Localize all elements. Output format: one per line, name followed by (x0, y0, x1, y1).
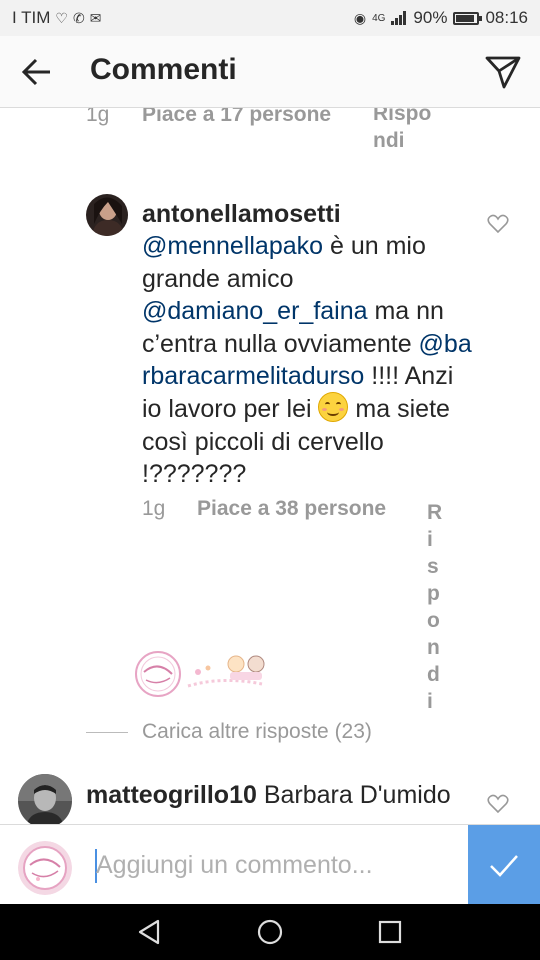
avatar-photo (18, 774, 72, 824)
battery-percent: 90% (413, 8, 448, 27)
checkmark-icon (490, 855, 518, 877)
signal-icon (391, 11, 407, 25)
comment-username[interactable]: antonellamosetti (142, 200, 341, 228)
divider-line (86, 731, 128, 733)
smiling-face-icon (318, 392, 349, 423)
reply-button[interactable]: Rispondi (427, 499, 442, 715)
avatar[interactable] (86, 194, 128, 236)
header: Commenti (0, 36, 540, 108)
arrow-left-icon (21, 58, 50, 86)
profile-logo (18, 841, 72, 895)
top-comment-meta: 1g (86, 108, 109, 127)
heart-icon[interactable] (487, 794, 509, 814)
user-avatar (18, 841, 72, 895)
messenger-icon: ✉ (89, 9, 102, 26)
likes-link[interactable]: Piace a 38 persone (197, 497, 386, 521)
nav-back-icon[interactable] (136, 918, 164, 946)
status-bar: I TIM ♡ ✆ ✉ ◉ 4G 90% 08:16 (0, 0, 540, 36)
comment-body: matteogrillo10 Barbara D'umido (86, 779, 476, 811)
watermark-logo (135, 651, 265, 697)
heart-icon[interactable] (487, 214, 509, 234)
comment-time: 1g (142, 497, 166, 520)
comment-time: 1g (86, 108, 110, 126)
carrier-label: I TIM (12, 8, 51, 27)
health-icon: ♡ (55, 9, 68, 26)
whatsapp-icon: ✆ (72, 9, 85, 26)
back-button[interactable] (20, 56, 54, 88)
page-title: Commenti (90, 53, 237, 86)
system-nav-bar (0, 904, 540, 960)
likes-link[interactable]: Piace a 17 persone (142, 108, 331, 127)
comment-username[interactable]: matteogrillo10 (86, 781, 257, 809)
load-more-replies[interactable]: Carica altre risposte (23) (86, 720, 372, 744)
comments-list[interactable]: 1g Piace a 17 persone Rispondi antonella… (0, 108, 540, 824)
direct-message-button[interactable] (484, 54, 522, 90)
nav-recents-icon[interactable] (376, 918, 404, 946)
battery-fill (456, 14, 475, 22)
network-label: 4G (372, 12, 386, 24)
load-more-label: Carica altre risposte (23) (142, 720, 372, 743)
comment-input[interactable] (96, 843, 456, 887)
post-button[interactable] (468, 825, 540, 905)
battery-icon (453, 11, 483, 25)
clock: 08:16 (485, 8, 528, 27)
mention-link[interactable]: @mennellapako (142, 232, 323, 260)
paper-plane-icon (485, 56, 521, 89)
avatar-photo (86, 194, 128, 236)
reply-comment-meta: 1g (142, 497, 165, 521)
comment-text: Barbara D'umido (256, 781, 451, 809)
avatar[interactable] (18, 774, 72, 824)
eye-icon: ◉ (353, 9, 367, 26)
comment-composer (0, 824, 540, 905)
comment-body: antonellamosetti @mennellapako è un mio … (142, 198, 472, 491)
reply-button[interactable]: Rispondi (373, 108, 435, 154)
nav-home-icon[interactable] (256, 918, 284, 946)
mention-link[interactable]: @damiano_er_faina (142, 297, 368, 325)
